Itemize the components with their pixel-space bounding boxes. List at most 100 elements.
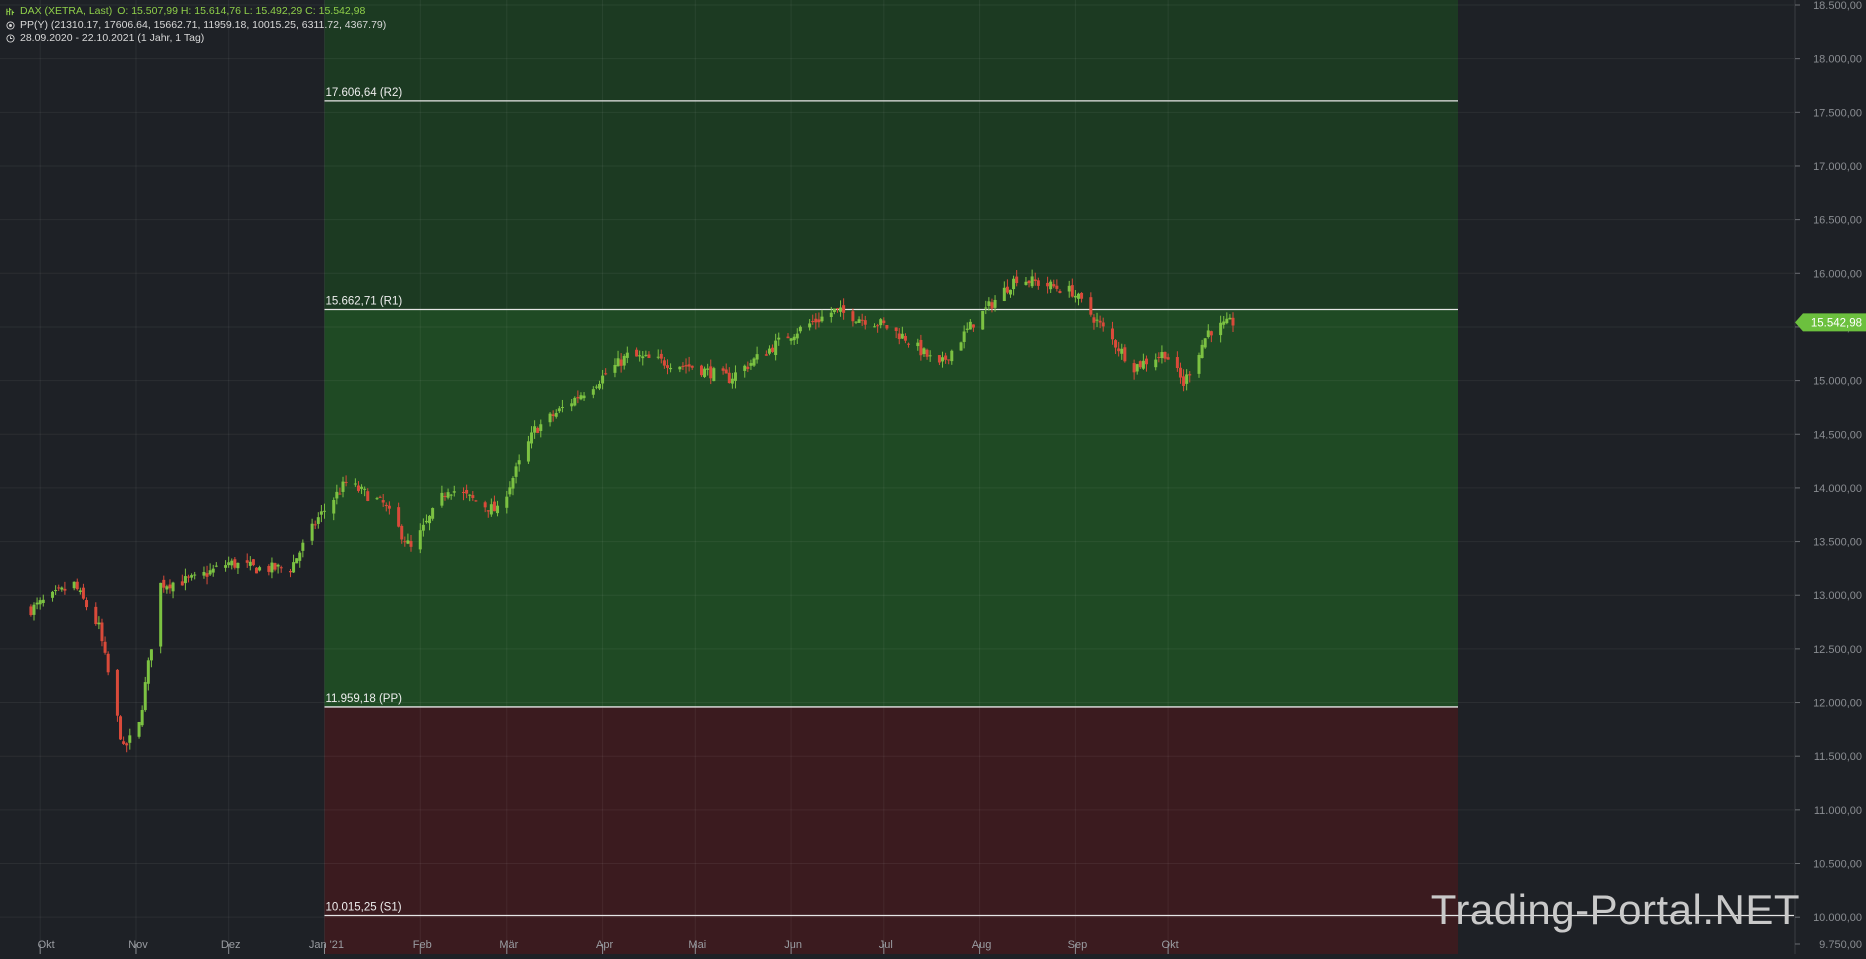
candle-body xyxy=(900,333,904,339)
candle-body xyxy=(310,523,314,541)
candle-body xyxy=(857,319,861,323)
candle-body xyxy=(533,426,537,433)
candle-body xyxy=(443,495,447,497)
candle-body xyxy=(570,403,574,407)
candle-body xyxy=(378,496,382,498)
candle-body xyxy=(990,302,994,309)
y-tick-label: 16.500,00 xyxy=(1813,215,1862,227)
candle-body xyxy=(820,316,824,322)
candle-body xyxy=(876,325,880,327)
candle-body xyxy=(1095,319,1099,321)
candle-body xyxy=(258,567,262,571)
candle-body xyxy=(727,372,731,384)
candle-body xyxy=(721,368,725,371)
x-tick-label: Dez xyxy=(221,939,241,951)
candle-body xyxy=(829,312,833,318)
candle-body xyxy=(755,354,759,360)
candle-body xyxy=(619,359,623,366)
candle-body xyxy=(75,581,79,590)
candle-body xyxy=(709,366,713,379)
candle-body xyxy=(1033,279,1037,282)
y-tick-label: 12.500,00 xyxy=(1813,644,1862,656)
candle-body xyxy=(72,581,76,589)
candle-body xyxy=(471,495,475,498)
candle-body xyxy=(684,365,688,367)
candle-body xyxy=(159,582,163,647)
candle-body xyxy=(205,573,209,577)
candle-body xyxy=(316,517,320,524)
candle-body xyxy=(35,602,39,605)
candle-body xyxy=(492,501,496,512)
candle-body xyxy=(1076,293,1080,299)
candle-body xyxy=(1073,295,1077,298)
candle-body xyxy=(452,491,456,493)
x-tick-label: Mär xyxy=(499,939,518,951)
candle-body xyxy=(1012,278,1016,290)
candle-body xyxy=(1166,357,1170,360)
candle-body xyxy=(1144,358,1148,365)
candle-body xyxy=(743,365,747,371)
candle-body xyxy=(85,600,89,608)
candle-body xyxy=(1222,321,1226,325)
candle-body xyxy=(1175,357,1179,369)
clock-icon xyxy=(6,33,15,43)
candle-body xyxy=(180,581,184,586)
candle-body xyxy=(835,308,839,310)
candlestick-chart[interactable]: 17.606,64 (R2) 15.662,71 (R1) 11.959,18 (P… xyxy=(0,0,1866,954)
pivot-label: 11.959,18 (PP) xyxy=(325,693,402,705)
candle-body xyxy=(254,567,258,574)
candle-body xyxy=(335,491,339,499)
candle-body xyxy=(1123,347,1127,362)
candle-body xyxy=(409,540,413,547)
candle-body xyxy=(839,307,843,312)
candle-body xyxy=(406,540,410,544)
candle-body xyxy=(817,319,821,323)
candle-body xyxy=(598,383,602,389)
candle-body xyxy=(962,331,966,342)
candle-body xyxy=(190,575,194,578)
candle-body xyxy=(767,348,771,354)
candle-body xyxy=(659,353,663,359)
candle-body xyxy=(1225,318,1229,324)
candle-body xyxy=(1067,285,1071,292)
indicator-header: PP(Y) (21310.17, 17606.64, 15662.71, 119… xyxy=(6,19,386,31)
candle-body xyxy=(539,424,543,431)
candle-body xyxy=(514,466,518,477)
y-tick-label: 16.000,00 xyxy=(1813,268,1862,280)
candle-body xyxy=(1154,359,1158,368)
candle-body xyxy=(944,355,948,360)
y-tick-label: 13.000,00 xyxy=(1813,590,1862,602)
candle-body xyxy=(665,365,669,368)
candle-body xyxy=(54,590,58,592)
pivot-zone-upper xyxy=(324,0,1459,310)
y-tick-label: 13.500,00 xyxy=(1813,537,1862,549)
candle-body xyxy=(202,571,206,576)
candle-body xyxy=(270,562,274,573)
candle-body xyxy=(1200,344,1204,358)
y-tick-label: 9.750,00 xyxy=(1819,939,1862,951)
y-tick-label: 14.500,00 xyxy=(1813,429,1862,441)
candle-body xyxy=(353,483,357,485)
candle-body xyxy=(140,710,144,726)
candle-body xyxy=(1178,367,1182,378)
candle-body xyxy=(557,408,561,412)
candle-body xyxy=(128,735,132,743)
candle-body xyxy=(681,365,685,367)
candle-body xyxy=(647,354,651,358)
candle-body xyxy=(968,321,972,330)
candle-body xyxy=(690,365,694,368)
candle-body xyxy=(1058,291,1062,293)
candle-body xyxy=(774,340,778,356)
candle-body xyxy=(421,524,425,531)
x-tick-label: Apr xyxy=(596,939,613,951)
candle-body xyxy=(508,487,512,495)
watermark: Trading-Portal.NET xyxy=(1430,886,1800,933)
y-tick-label: 18.000,00 xyxy=(1813,54,1862,66)
candle-body xyxy=(1219,322,1223,336)
candle-body xyxy=(551,414,555,417)
candle-body xyxy=(662,360,666,366)
candle-body xyxy=(1141,360,1145,369)
candle-body xyxy=(814,318,818,323)
candle-body xyxy=(449,494,453,496)
candle-body xyxy=(851,311,855,322)
